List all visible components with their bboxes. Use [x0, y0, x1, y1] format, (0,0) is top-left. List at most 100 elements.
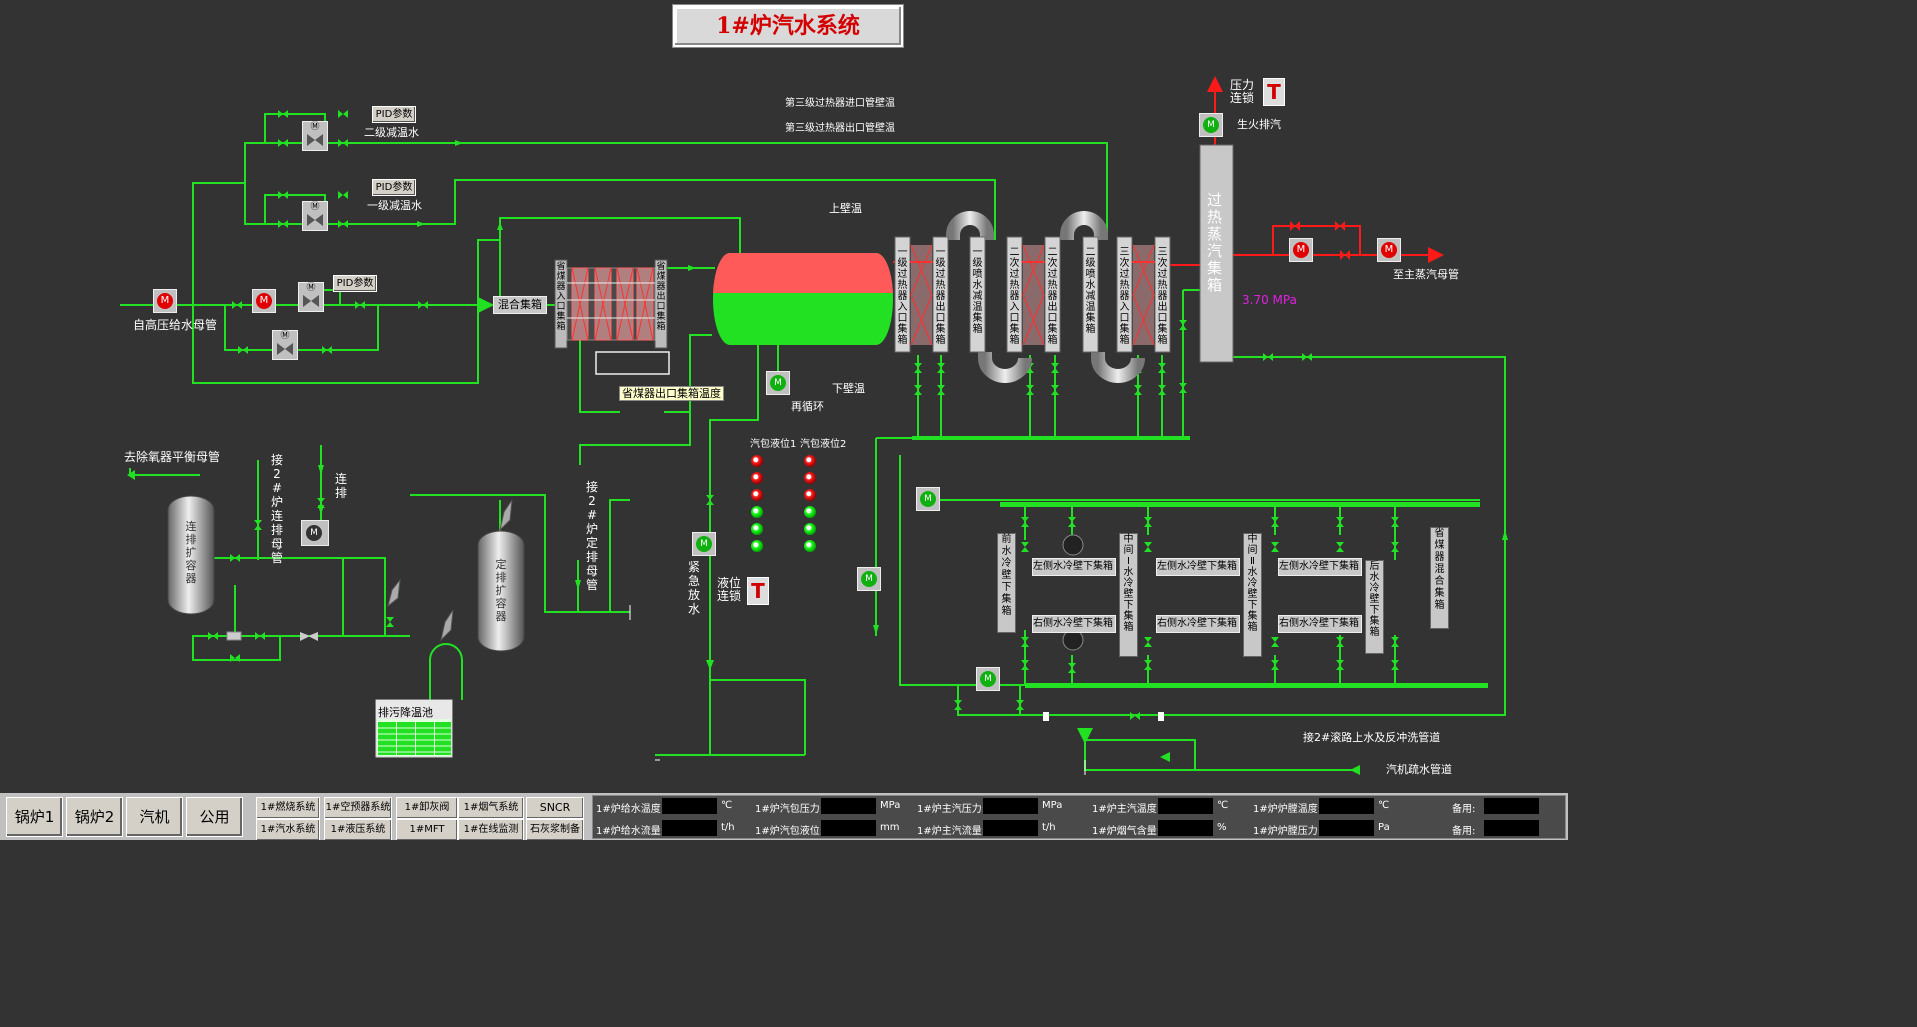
eco-out-temp-label[interactable]: 省煤器出口集箱温度 — [619, 386, 724, 401]
sncr-button[interactable]: SNCR — [526, 797, 584, 819]
steam-water-system-button[interactable]: 1#汽水系统 — [256, 819, 320, 840]
motor-icon: Ⓜ — [280, 331, 290, 341]
param-label: 1#炉汽包液位: — [755, 826, 824, 837]
feedwater-main-motor-valve[interactable]: M — [252, 289, 276, 313]
main-steam-motor-valve[interactable]: M — [1377, 238, 1401, 262]
param-label: 1#炉主汽流量: — [917, 826, 986, 837]
pressure-interlock-icon[interactable]: T — [1263, 78, 1285, 106]
motor-icon: Ⓜ — [310, 202, 320, 212]
param-label: 1#炉汽包压力: — [755, 804, 824, 815]
left-wall-header-b: 左侧水冷壁下集箱 — [1156, 558, 1240, 576]
param-unit: ℃ — [1217, 800, 1229, 811]
combustion-system-button[interactable]: 1#燃烧系统 — [256, 797, 320, 819]
to-main-steam-label: 至主蒸汽母管 — [1393, 268, 1459, 281]
level-interlock-icon[interactable]: T — [747, 577, 769, 605]
ash-valve-button[interactable]: 1#卸灰阀 — [396, 797, 458, 819]
flue-gas-button[interactable]: 1#烟气系统 — [458, 797, 524, 819]
eco-out-header-label: 省煤器出口集箱 — [656, 262, 666, 332]
feedwater-reg-motor-valve[interactable]: Ⓜ — [298, 282, 324, 312]
param-unit: MPa — [1042, 800, 1063, 811]
param-value-field — [821, 820, 876, 836]
online-monitor-button[interactable]: 1#在线监测 — [458, 819, 524, 840]
feedwater-inlet-motor-valve[interactable]: M — [153, 289, 177, 313]
air-preheater-button[interactable]: 1#空预器系统 — [324, 797, 392, 819]
motor-icon: M — [256, 293, 272, 309]
motor-icon: M — [157, 293, 173, 309]
sh3-out-temp-label: 第三级过热器出口管壁温 — [785, 123, 895, 134]
waterwall-lower-motor-valve[interactable]: M — [976, 667, 1000, 691]
recirc-motor-valve[interactable]: M — [766, 371, 790, 395]
drum-level1-label: 汽包液位1 — [750, 439, 797, 450]
stage2-pid-button[interactable]: PID参数 — [372, 106, 416, 123]
level-lamp — [751, 523, 763, 535]
eco-mix-header: 省煤器混合集箱 — [1430, 527, 1449, 629]
nav-boiler1-button[interactable]: 锅炉1 — [6, 797, 63, 837]
stage2-desup-motor-valve[interactable]: Ⓜ — [302, 121, 328, 151]
param-unit: t/h — [721, 822, 735, 833]
upper-wall-temp-label: 上壁温 — [829, 202, 862, 215]
hydraulic-system-button[interactable]: 1#液压系统 — [324, 819, 392, 840]
motor-icon: Ⓜ — [306, 283, 316, 293]
recirc-label: 再循环 — [791, 400, 824, 413]
right-wall-header-b: 右侧水冷壁下集箱 — [1156, 615, 1240, 633]
sh2-out-label: 二次过热器出口集箱 — [1047, 247, 1058, 346]
nav-common-button[interactable]: 公用 — [186, 797, 243, 837]
param-value-field — [1158, 820, 1213, 836]
left-wall-header-a: 左侧水冷壁下集箱 — [1032, 558, 1116, 576]
deaerator-label: 去除氧器平衡母管 — [124, 450, 221, 464]
right-wall-header-c: 右侧水冷壁下集箱 — [1278, 615, 1362, 633]
nav-turbine-button[interactable]: 汽机 — [126, 797, 183, 837]
slag-water-line-label: 接2#滚路上水及反冲洗管道 — [1303, 731, 1441, 744]
level-lamp — [751, 506, 763, 518]
emergency-drain-motor-valve[interactable]: M — [692, 532, 716, 556]
param-value-field — [821, 798, 876, 814]
rear-wall-header: 后水冷壁下集箱 — [1365, 560, 1384, 654]
stage1-desup-label: 一级减温水 — [367, 199, 422, 212]
motor-icon: Ⓜ — [310, 122, 320, 132]
startup-vent-motor-valve[interactable]: M — [1199, 113, 1223, 137]
valve-body-icon — [303, 295, 319, 307]
cont-blow-motor-valve[interactable]: M — [301, 520, 329, 546]
sh3-in-temp-label: 第三级过热器进口管壁温 — [785, 98, 895, 109]
param-value-field — [1319, 798, 1374, 814]
sh1-in-label: 一级过热器入口集箱 — [897, 247, 908, 346]
level-interlock-label: 液位连锁 — [717, 576, 742, 603]
param-unit: Pa — [1378, 822, 1390, 833]
sh1-out-label: 一级过热器出口集箱 — [935, 247, 946, 346]
feedwater-pid-button[interactable]: PID参数 — [333, 275, 377, 292]
main-steam-bypass-motor-valve[interactable]: M — [1289, 238, 1313, 262]
mill-drain-label: 汽机疏水管道 — [1386, 763, 1452, 776]
valve-body-icon — [277, 343, 293, 355]
param-value-field — [1158, 798, 1213, 814]
cont-blow-label: 连排 — [334, 472, 347, 500]
waterwall-drain-motor-valve[interactable]: M — [857, 567, 881, 591]
param-value-field — [1484, 820, 1539, 836]
nav-boiler2-button[interactable]: 锅炉2 — [66, 797, 123, 837]
param-unit: MPa — [880, 800, 901, 811]
link2-cont-label: 接 2 # 炉连排母管 — [270, 453, 283, 565]
blowdown-pool-label: 排污降温池 — [378, 706, 433, 719]
pressure-interlock-label: 压力连锁 — [1230, 78, 1255, 105]
motor-icon: M — [1203, 117, 1219, 133]
spray2-label: 二级喷水减温集箱 — [1085, 247, 1096, 335]
valve-body-icon — [307, 214, 323, 226]
lime-slurry-button[interactable]: 石灰浆制备 — [526, 819, 584, 840]
param-value-field — [983, 798, 1038, 814]
param-label: 备用: — [1452, 804, 1476, 815]
stage1-desup-motor-valve[interactable]: Ⓜ — [302, 201, 328, 231]
param-unit: % — [1217, 822, 1227, 833]
param-label: 1#炉主汽压力: — [917, 804, 986, 815]
param-value-field — [1319, 820, 1374, 836]
scada-screen: { "title": "1#炉汽水系统", "labels": { "feedw… — [0, 0, 1568, 840]
feedwater-in-label: 自高压给水母管 — [133, 318, 218, 332]
level-lamp — [804, 540, 816, 552]
waterwall-upper-motor-valve[interactable]: M — [916, 487, 940, 511]
stage2-desup-label: 二级减温水 — [364, 126, 419, 139]
param-unit: mm — [880, 822, 900, 833]
bypass-motor-valve[interactable]: Ⓜ — [272, 330, 298, 360]
drum-level2-label: 汽包液位2 — [800, 439, 847, 450]
stage1-pid-button[interactable]: PID参数 — [372, 179, 416, 196]
param-label: 1#炉炉膛压力: — [1253, 826, 1322, 837]
mft-button[interactable]: 1#MFT — [396, 819, 458, 840]
motor-icon: M — [980, 671, 996, 687]
